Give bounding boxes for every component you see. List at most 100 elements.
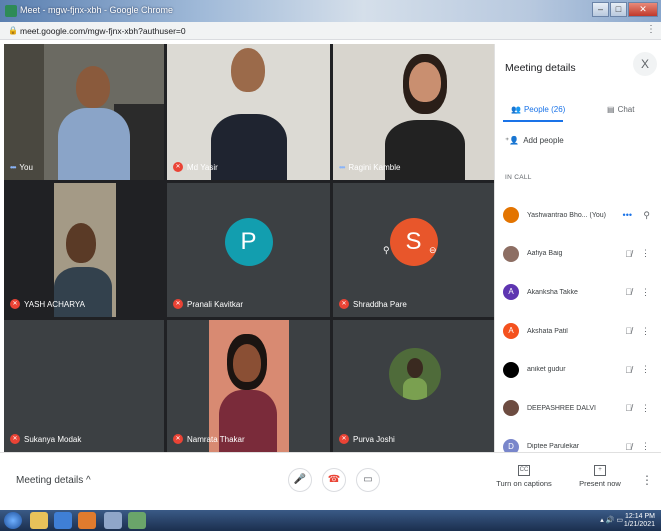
participant-label: ✕ YASH ACHARYA [10, 299, 85, 309]
in-call-heading: IN CALL [505, 174, 532, 181]
participant-avatar: S [389, 218, 438, 266]
more-options-icon[interactable]: ⋮ [641, 287, 650, 298]
tab-chat[interactable]: ▤ Chat [607, 98, 634, 120]
window-titlebar: Meet - mgw-fjnx-xbh - Google Chrome – □ … [0, 0, 661, 22]
participant-name: DEEPASHREE DALVI [527, 404, 596, 412]
app-taskbar-icon[interactable] [128, 512, 146, 529]
participant-tile[interactable]: ✕ Md Yasir [167, 44, 330, 180]
participant-tile[interactable]: ••• Ragini Kamble [333, 44, 494, 180]
mic-off-icon: ✕ [339, 434, 349, 444]
participant-tile[interactable]: ••• You [4, 44, 164, 180]
remove-icon[interactable]: ⊖ [429, 245, 437, 256]
system-tray[interactable]: ▴ 🔊 ▭ [600, 516, 623, 524]
present-label: Present now [579, 479, 621, 488]
avatar [503, 207, 519, 224]
participants-list: Yashwantrao Bho... (You) ••• ⚲ Aafiya Ba… [495, 196, 661, 466]
app-taskbar-icon[interactable] [104, 512, 122, 529]
participant-name: Md Yasir [187, 162, 218, 172]
address-bar[interactable]: 🔒 meet.google.com/mgw-fjnx-xbh?authuser=… [0, 22, 661, 40]
chrome-taskbar-icon[interactable] [54, 512, 72, 529]
close-panel-button[interactable]: X [633, 52, 657, 76]
participant-tile[interactable]: ✕ Purva Joshi [333, 320, 494, 452]
participant-name: Akshata Patil [527, 327, 568, 335]
mic-off-icon: 🎙̸ [625, 441, 632, 452]
clock[interactable]: 12:14 PM 1/21/2021 [624, 513, 655, 529]
add-people-button[interactable]: ⁺👤 Add people [505, 136, 564, 145]
mic-off-icon: ✕ [173, 434, 183, 444]
mic-off-icon: ✕ [173, 162, 183, 172]
participant-name: Namrata Thakar [187, 434, 245, 444]
participant-label: ✕ Namrata Thakar [173, 434, 245, 444]
mic-off-icon: ✕ [10, 299, 20, 309]
clock-time: 12:14 PM [625, 513, 655, 520]
more-options-icon[interactable]: ⋮ [641, 364, 650, 375]
add-people-label: Add people [523, 136, 564, 145]
camera-button[interactable]: ▭ [356, 468, 380, 492]
clock-date: 1/21/2021 [623, 521, 655, 528]
hang-up-button[interactable]: ☎ [322, 468, 346, 492]
captions-button[interactable]: CC Turn on captions [494, 465, 554, 488]
window-controls: – □ ✕ [592, 2, 658, 17]
more-options-icon[interactable]: ⋮ [641, 403, 650, 414]
media-taskbar-icon[interactable] [78, 512, 96, 529]
present-now-button[interactable]: + Present now [570, 465, 630, 488]
browser-menu-icon[interactable]: ⋮ [646, 24, 656, 35]
lock-icon: 🔒 [8, 26, 18, 35]
window-title: Meet - mgw-fjnx-xbh - Google Chrome [20, 5, 174, 15]
meeting-details-panel: Meeting details X 👥 People (26) ▤ Chat ⁺… [494, 44, 661, 455]
participant-tile[interactable]: S ⚲ ⊖ ✕ Shraddha Pare [333, 183, 494, 317]
captions-label: Turn on captions [496, 479, 552, 488]
participant-tile[interactable]: ✕ YASH ACHARYA [4, 183, 164, 317]
participant-label: ✕ Pranali Kavitkar [173, 299, 243, 309]
participant-label: ✕ Sukanya Modak [10, 434, 81, 444]
more-options-icon[interactable]: ⋮ [641, 326, 650, 337]
speaking-dots-icon: ••• [339, 163, 345, 172]
tab-chat-label: Chat [617, 104, 635, 114]
start-button[interactable] [4, 512, 22, 529]
more-options-icon[interactable]: ⋮ [641, 248, 650, 259]
close-window-button[interactable]: ✕ [628, 2, 658, 17]
participant-tile[interactable]: P ✕ Pranali Kavitkar [167, 183, 330, 317]
participant-name: Shraddha Pare [353, 299, 407, 309]
participant-name: Sukanya Modak [24, 434, 82, 444]
panel-tabs: 👥 People (26) ▤ Chat [495, 98, 661, 122]
people-icon: 👥 [511, 104, 521, 114]
mic-off-icon: 🎙̸ [625, 326, 632, 337]
chat-icon: ▤ [607, 104, 615, 114]
pin-icon[interactable]: ⚲ [383, 245, 390, 256]
participant-tile[interactable]: ✕ Sukanya Modak [4, 320, 164, 452]
meet-favicon-icon [5, 5, 17, 17]
url-text[interactable]: meet.google.com/mgw-fjnx-xbh?authuser=0 [20, 26, 186, 36]
minimize-button[interactable]: – [592, 2, 609, 17]
pin-icon[interactable]: ⚲ [643, 210, 650, 221]
list-item[interactable]: DEEPASHREE DALVI 🎙̸ ⋮ [495, 389, 661, 428]
participant-label: ✕ Purva Joshi [339, 434, 395, 444]
more-options-icon[interactable]: ⋮ [641, 441, 650, 452]
participant-label: ✕ Md Yasir [173, 162, 218, 172]
list-item[interactable]: A Akshata Patil 🎙̸ ⋮ [495, 312, 661, 351]
avatar [503, 400, 519, 417]
list-item[interactable]: Aafiya Baig 🎙̸ ⋮ [495, 235, 661, 274]
participant-tile[interactable]: ✕ Namrata Thakar [167, 320, 330, 452]
explorer-taskbar-icon[interactable] [30, 512, 48, 529]
meeting-details-toggle[interactable]: Meeting details ^ [16, 475, 91, 486]
participant-name: Aafiya Baig [527, 250, 563, 258]
participant-label: ••• You [10, 163, 33, 172]
tab-people[interactable]: 👥 People (26) [511, 98, 565, 120]
more-options-icon[interactable]: ⋮ [641, 473, 653, 487]
list-item[interactable]: Yashwantrao Bho... (You) ••• ⚲ [495, 196, 661, 235]
participant-name: Pranali Kavitkar [187, 299, 244, 309]
list-item[interactable]: A Akanksha Takke 🎙̸ ⋮ [495, 273, 661, 312]
mic-off-icon: 🎙̸ [625, 248, 632, 259]
participant-name: Diptee Parulekar [527, 443, 580, 451]
tab-people-label: People (26) [523, 104, 566, 114]
list-item[interactable]: aniket gudur 🎙̸ ⋮ [495, 350, 661, 389]
participant-name: aniket gudur [527, 366, 566, 374]
participant-avatar: P [224, 218, 273, 266]
participant-name: Purva Joshi [353, 434, 395, 444]
meeting-controls-bar: Meeting details ^ 🎤 ☎ ▭ CC Turn on capti… [0, 452, 661, 510]
participant-name: Yashwantrao Bho... (You) [527, 211, 607, 219]
speaking-dots-icon: ••• [622, 210, 632, 221]
maximize-button[interactable]: □ [610, 2, 627, 17]
microphone-button[interactable]: 🎤 [288, 468, 312, 492]
